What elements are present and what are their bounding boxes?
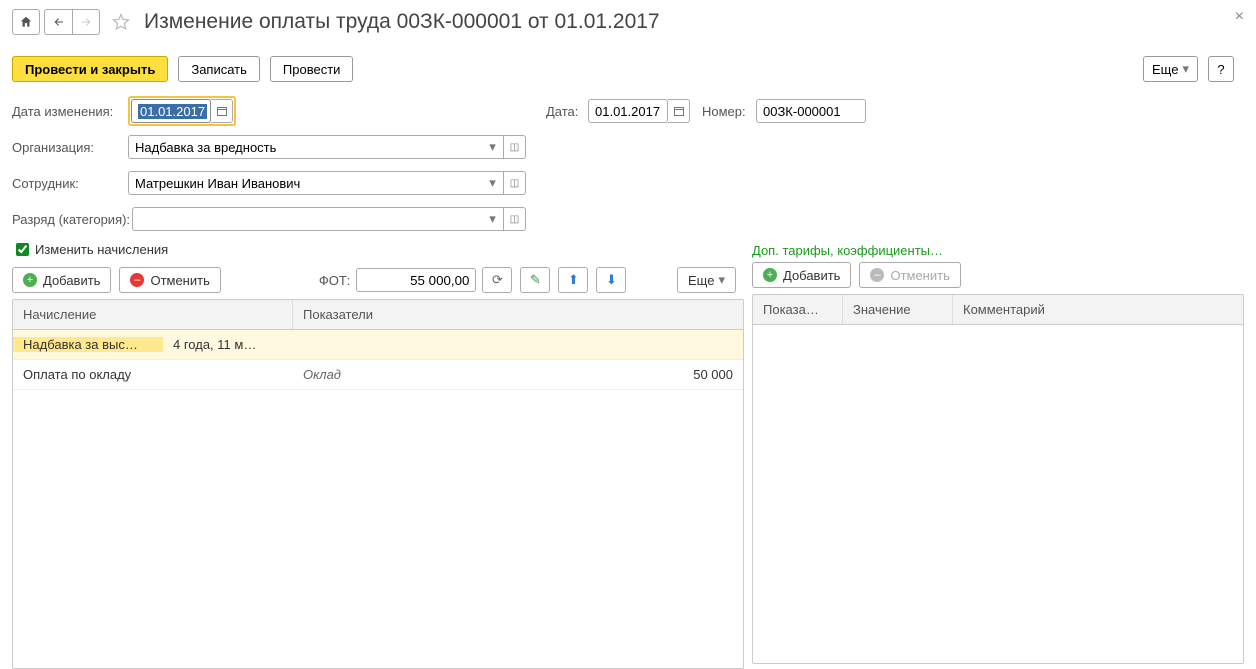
chevron-down-icon: ▾: [1182, 61, 1189, 77]
left-more-label: Еще: [688, 273, 714, 288]
change-accruals-checkbox[interactable]: [16, 243, 29, 256]
move-up-button[interactable]: ⬆: [558, 267, 588, 293]
number-label: Номер:: [702, 104, 756, 119]
grade-label: Разряд (категория):: [12, 212, 132, 227]
org-label: Организация:: [12, 140, 128, 155]
cell-accrual: Надбавка за выс…: [13, 337, 163, 352]
left-add-button[interactable]: + Добавить: [12, 267, 111, 293]
plus-icon: +: [23, 273, 37, 287]
move-down-button[interactable]: ⬇: [596, 267, 626, 293]
home-button[interactable]: [12, 9, 40, 35]
minus-icon: –: [870, 268, 884, 282]
help-button[interactable]: ?: [1208, 56, 1234, 82]
chevron-down-icon: ▾: [718, 272, 725, 288]
plus-icon: +: [763, 268, 777, 282]
star-icon: [111, 12, 131, 32]
change-date-calendar-button[interactable]: [211, 99, 233, 123]
minus-icon: –: [130, 273, 144, 287]
post-and-close-button[interactable]: Провести и закрыть: [12, 56, 168, 82]
cell-accrual: Оплата по окладу: [13, 367, 163, 382]
right-cancel-button: – Отменить: [859, 262, 960, 288]
change-accruals-label[interactable]: Изменить начисления: [35, 242, 168, 257]
right-add-label: Добавить: [783, 268, 840, 283]
date-input[interactable]: [588, 99, 668, 123]
cell-indicator: Оклад: [293, 367, 563, 382]
emp-input[interactable]: [128, 171, 482, 195]
cell-value: 50 000: [563, 367, 743, 382]
col-accrual-header[interactable]: Начисление: [13, 300, 293, 329]
emp-dropdown-button[interactable]: ▾: [482, 171, 504, 195]
right-cancel-label: Отменить: [890, 268, 949, 283]
post-button[interactable]: Провести: [270, 56, 354, 82]
change-date-input[interactable]: 01.01.2017: [131, 99, 211, 123]
fot-label: ФОТ:: [319, 273, 351, 288]
arrow-up-icon: ⬆: [568, 272, 579, 288]
calendar-icon: [673, 105, 685, 117]
favorite-toggle[interactable]: [108, 9, 134, 35]
arrow-down-icon: ⬇: [606, 272, 617, 288]
org-dropdown-button[interactable]: ▾: [482, 135, 504, 159]
refresh-icon: ⟳: [492, 272, 503, 288]
table-row[interactable]: Оплата по окладу Оклад 50 000: [13, 360, 743, 390]
date-label: Дата:: [546, 104, 588, 119]
refresh-button[interactable]: ⟳: [482, 267, 512, 293]
left-add-label: Добавить: [43, 273, 100, 288]
col-comment-header[interactable]: Комментарий: [953, 295, 1243, 324]
home-icon: [19, 15, 33, 29]
chevron-down-icon: ▾: [489, 211, 496, 227]
grade-input[interactable]: [132, 207, 482, 231]
open-icon: ◫: [510, 142, 519, 153]
grade-open-button[interactable]: ◫: [504, 207, 526, 231]
table-row[interactable]: Надбавка за выс… 4 года, 11 м…: [13, 330, 743, 360]
edit-button[interactable]: ✎: [520, 267, 550, 293]
right-section-title[interactable]: Доп. тарифы, коэффициенты…: [752, 243, 1244, 258]
save-button[interactable]: Записать: [178, 56, 260, 82]
coefficients-grid[interactable]: Показа… Значение Комментарий: [752, 294, 1244, 664]
col-indicator-header[interactable]: Показа…: [753, 295, 843, 324]
number-input[interactable]: [756, 99, 866, 123]
emp-label: Сотрудник:: [12, 176, 128, 191]
back-button[interactable]: [44, 9, 72, 35]
pencil-icon: ✎: [530, 272, 541, 288]
change-date-field-wrapper: 01.01.2017: [128, 96, 236, 126]
left-more-button[interactable]: Еще ▾: [677, 267, 736, 293]
change-date-value: 01.01.2017: [138, 104, 207, 119]
fot-input[interactable]: [356, 268, 476, 292]
calendar-icon: [216, 105, 228, 117]
col-value-header[interactable]: Значение: [843, 295, 953, 324]
org-open-button[interactable]: ◫: [504, 135, 526, 159]
grade-dropdown-button[interactable]: ▾: [482, 207, 504, 231]
arrow-left-icon: [52, 16, 66, 28]
left-cancel-button[interactable]: – Отменить: [119, 267, 220, 293]
page-title: Изменение оплаты труда 00ЗК-000001 от 01…: [144, 10, 660, 34]
change-date-label: Дата изменения:: [12, 104, 128, 119]
accruals-grid[interactable]: Начисление Показатели Надбавка за выс… 4…: [12, 299, 744, 669]
col-indicators-header[interactable]: Показатели: [293, 300, 743, 329]
arrow-right-icon: [79, 16, 93, 28]
left-cancel-label: Отменить: [150, 273, 209, 288]
chevron-down-icon: ▾: [489, 175, 496, 191]
more-button[interactable]: Еще ▾: [1143, 56, 1198, 82]
chevron-down-icon: ▾: [489, 139, 496, 155]
org-input[interactable]: [128, 135, 482, 159]
emp-open-button[interactable]: ◫: [504, 171, 526, 195]
right-add-button[interactable]: + Добавить: [752, 262, 851, 288]
cell-period: 4 года, 11 м…: [163, 337, 293, 352]
more-label: Еще: [1152, 62, 1178, 77]
close-button[interactable]: ×: [1235, 8, 1244, 26]
open-icon: ◫: [510, 214, 519, 225]
open-icon: ◫: [510, 178, 519, 189]
date-calendar-button[interactable]: [668, 99, 690, 123]
forward-button[interactable]: [72, 9, 100, 35]
